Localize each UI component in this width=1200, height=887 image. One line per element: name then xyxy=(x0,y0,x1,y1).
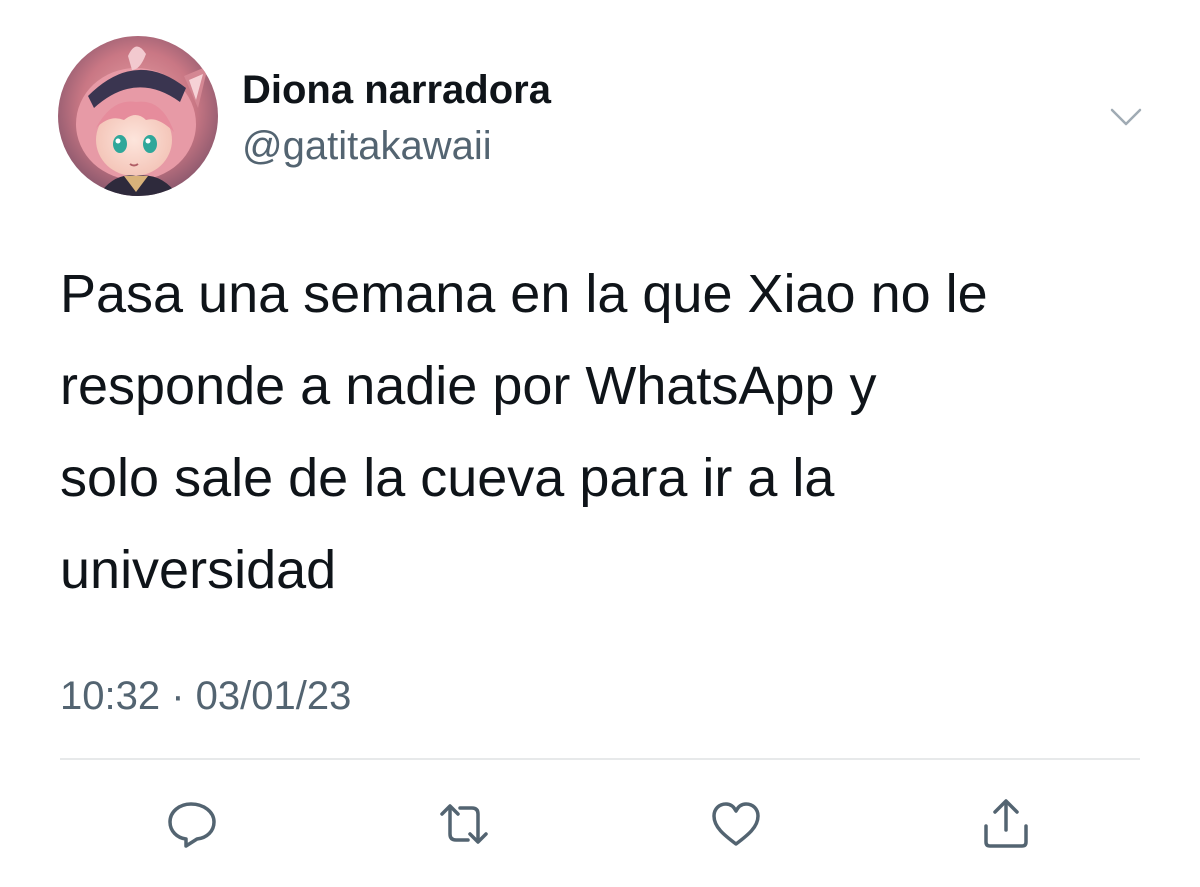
chevron-down-icon xyxy=(1110,108,1142,126)
reply-icon xyxy=(168,802,216,848)
author-display-name[interactable]: Diona narradora xyxy=(242,66,551,114)
tweet-card: Diona narradora @gatitakawaii Pasa una s… xyxy=(0,0,1200,887)
retweet-button[interactable] xyxy=(436,796,492,852)
share-icon xyxy=(984,799,1028,848)
avatar[interactable] xyxy=(58,36,218,196)
divider xyxy=(60,758,1140,760)
tweet-text-line: Pasa una semana en la que Xiao no le xyxy=(60,264,988,324)
tweet-text-line: responde a nadie por WhatsApp y xyxy=(60,356,877,416)
author-handle[interactable]: @gatitakawaii xyxy=(242,122,492,170)
tweet-text-line: solo sale de la cueva para ir a la xyxy=(60,448,835,508)
share-button[interactable] xyxy=(978,796,1034,852)
reply-button[interactable] xyxy=(164,796,220,852)
action-bar xyxy=(0,796,1200,852)
tweet-text: Pasa una semana en la que Xiao no le res… xyxy=(60,248,1160,616)
retweet-icon xyxy=(440,804,488,844)
tweet-text-line: universidad xyxy=(60,540,337,600)
tweet-timestamp[interactable]: 10:32 · 03/01/23 xyxy=(60,672,351,720)
more-options-button[interactable] xyxy=(1104,100,1148,136)
avatar-image xyxy=(58,36,218,196)
heart-icon xyxy=(712,802,760,846)
like-button[interactable] xyxy=(708,796,764,852)
